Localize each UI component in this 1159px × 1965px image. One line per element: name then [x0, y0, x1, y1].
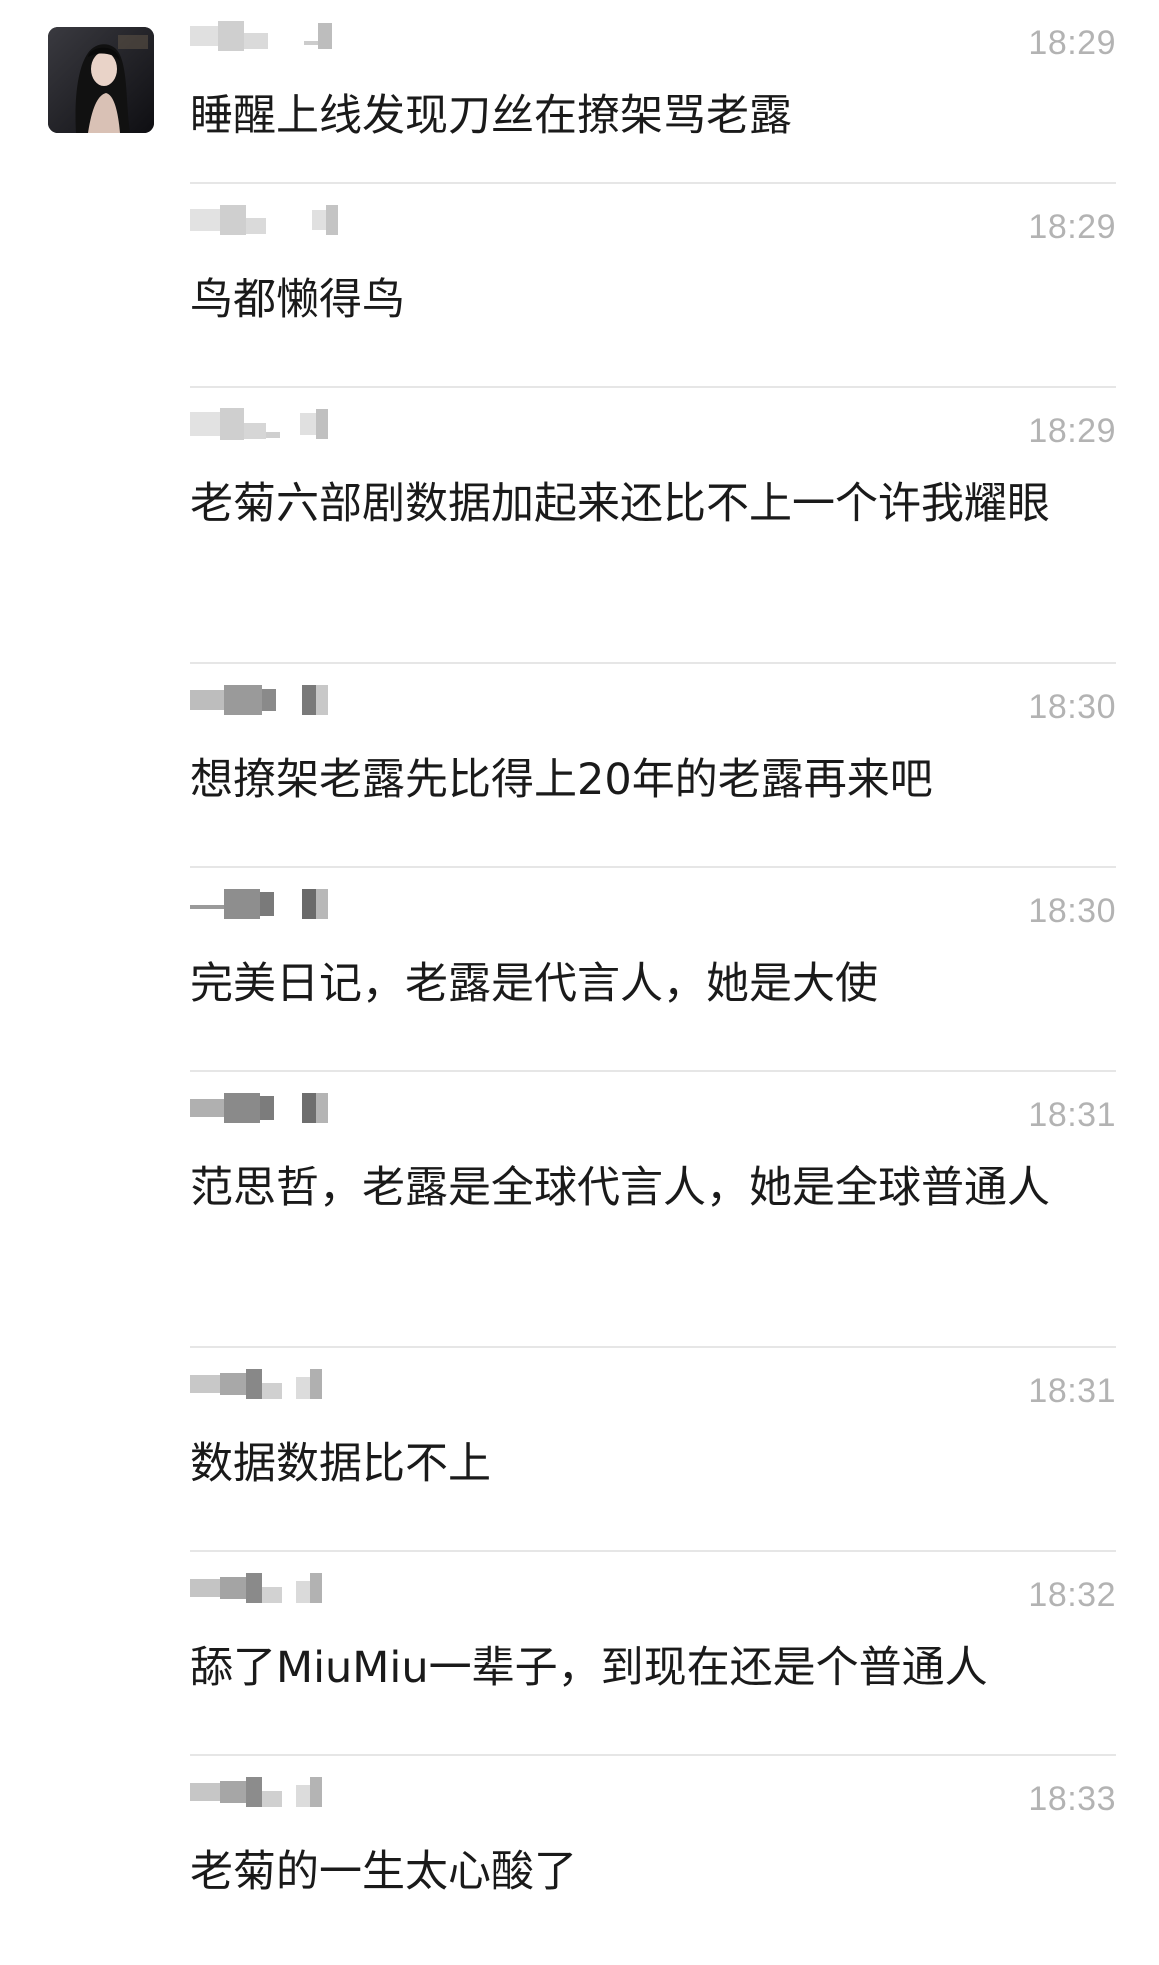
message-item[interactable]: 18:30 想撩架老露先比得上20年的老露再来吧 [190, 664, 1116, 868]
message-item[interactable]: 18:29 睡醒上线发现刀丝在撩架骂老露 [190, 0, 1116, 184]
message-text: 完美日记，老露是代言人，她是大使 [190, 959, 878, 1009]
message-time: 18:29 [1028, 24, 1116, 62]
message-item[interactable]: 18:30 完美日记，老露是代言人，她是大使 [190, 868, 1116, 1072]
message-item[interactable]: 18:31 范思哲，老露是全球代言人，她是全球普通人 [190, 1072, 1116, 1348]
avatar[interactable] [48, 27, 154, 133]
message-time: 18:30 [1028, 688, 1116, 726]
sender-name-blurred [190, 888, 360, 920]
message-time: 18:30 [1028, 892, 1116, 930]
sender-name-blurred [190, 20, 360, 52]
message-time: 18:31 [1028, 1372, 1116, 1410]
message-text: 舔了MiuMiu一辈子，到现在还是个普通人 [190, 1643, 988, 1693]
sender-name-blurred [190, 408, 360, 440]
chat-thread[interactable]: 18:29 睡醒上线发现刀丝在撩架骂老露 18:29 鸟都懒得鸟 18:29 老… [0, 0, 1159, 1965]
message-time: 18:29 [1028, 208, 1116, 246]
message-text: 老菊六部剧数据加起来还比不上一个许我耀眼 [190, 479, 1050, 529]
message-item[interactable]: 18:29 老菊六部剧数据加起来还比不上一个许我耀眼 [190, 388, 1116, 664]
sender-name-blurred [190, 1092, 360, 1124]
message-time: 18:31 [1028, 1096, 1116, 1134]
message-text: 数据数据比不上 [190, 1439, 491, 1489]
message-text: 老菊的一生太心酸了 [190, 1847, 577, 1897]
message-text: 想撩架老露先比得上20年的老露再来吧 [190, 755, 933, 805]
sender-name-blurred [190, 684, 360, 716]
sender-name-blurred [190, 1368, 360, 1400]
sender-name-blurred [190, 1572, 360, 1604]
sender-name-blurred [190, 204, 360, 236]
message-time: 18:32 [1028, 1576, 1116, 1614]
message-item[interactable]: 18:33 老菊的一生太心酸了 [190, 1756, 1116, 1965]
message-time: 18:29 [1028, 412, 1116, 450]
sender-name-blurred [190, 1776, 360, 1808]
message-text: 鸟都懒得鸟 [190, 275, 405, 325]
message-time: 18:33 [1028, 1780, 1116, 1818]
message-text: 范思哲，老露是全球代言人，她是全球普通人 [190, 1163, 1050, 1213]
message-item[interactable]: 18:31 数据数据比不上 [190, 1348, 1116, 1552]
message-item[interactable]: 18:29 鸟都懒得鸟 [190, 184, 1116, 388]
message-item[interactable]: 18:32 舔了MiuMiu一辈子，到现在还是个普通人 [190, 1552, 1116, 1756]
message-text: 睡醒上线发现刀丝在撩架骂老露 [190, 91, 792, 141]
